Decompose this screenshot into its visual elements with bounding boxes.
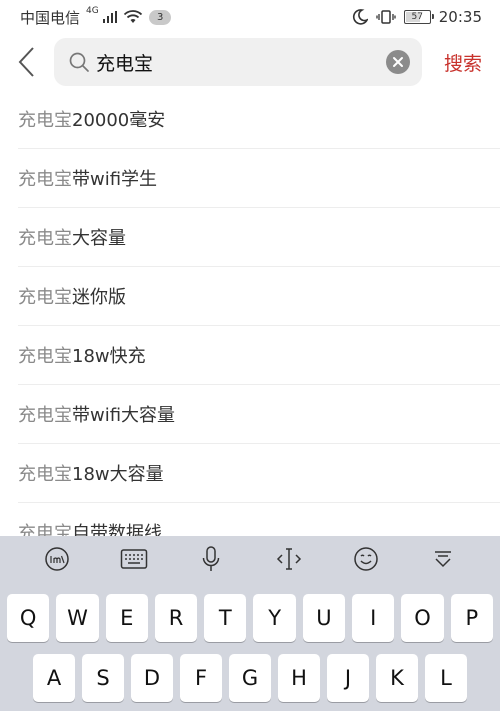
suggestion-text: 自带数据线 bbox=[72, 523, 162, 536]
suggestion-text: 迷你版 bbox=[72, 287, 126, 308]
key-t[interactable]: T bbox=[204, 594, 247, 642]
search-box[interactable] bbox=[54, 38, 422, 86]
key-j[interactable]: J bbox=[327, 654, 369, 702]
suggestion-text: 18w快充 bbox=[72, 346, 146, 367]
suggestion-prefix: 充电宝 bbox=[18, 464, 72, 485]
search-icon bbox=[69, 52, 89, 72]
network-type: 4G bbox=[86, 6, 99, 16]
cursor-icon[interactable] bbox=[272, 542, 306, 576]
key-l[interactable]: L bbox=[425, 654, 467, 702]
notification-badge: 3 bbox=[149, 9, 172, 25]
keyboard-toolbar bbox=[0, 536, 500, 582]
suggestion-text: 18w大容量 bbox=[72, 464, 164, 485]
suggestion-prefix: 充电宝 bbox=[18, 523, 72, 536]
key-k[interactable]: K bbox=[376, 654, 418, 702]
key-row-1: Q W E R T Y U I O P bbox=[0, 594, 500, 642]
status-bar: 中国电信 4G 3 57 20:35 bbox=[0, 0, 500, 34]
key-y[interactable]: Y bbox=[253, 594, 296, 642]
suggestion-item[interactable]: 充电宝 18w快充 bbox=[18, 326, 500, 385]
keyboard-icon[interactable] bbox=[117, 542, 151, 576]
key-u[interactable]: U bbox=[302, 594, 346, 642]
key-d[interactable]: D bbox=[131, 654, 173, 702]
key-i[interactable]: I bbox=[352, 594, 395, 642]
suggestion-prefix: 充电宝 bbox=[18, 110, 72, 131]
suggestion-item[interactable]: 充电宝 带wifi大容量 bbox=[18, 385, 500, 444]
search-header: 搜索 bbox=[0, 34, 500, 90]
key-h[interactable]: H bbox=[278, 654, 320, 702]
suggestion-prefix: 充电宝 bbox=[18, 346, 72, 367]
battery-level: 57 bbox=[411, 12, 423, 22]
search-button[interactable]: 搜索 bbox=[444, 49, 482, 76]
suggestion-list: 充电宝 20000毫安 充电宝 带wifi学生 充电宝 大容量 充电宝 迷你版 充电宝 1… bbox=[0, 90, 500, 536]
collapse-keyboard-icon[interactable] bbox=[426, 542, 460, 576]
suggestion-item[interactable]: 充电宝 带wifi学生 bbox=[18, 149, 500, 208]
clock: 20:35 bbox=[438, 8, 482, 26]
wifi-icon bbox=[124, 10, 143, 23]
key-row-2: A S D F G H J K L bbox=[0, 654, 500, 702]
key-f[interactable]: F bbox=[180, 654, 222, 702]
keyboard: Q W E R T Y U I O P A S D F G H J K L bbox=[0, 536, 500, 711]
signal-icon bbox=[102, 11, 118, 23]
suggestion-text: 大容量 bbox=[72, 228, 126, 249]
key-o[interactable]: O bbox=[401, 594, 444, 642]
suggestion-prefix: 充电宝 bbox=[18, 228, 72, 249]
suggestion-item[interactable]: 充电宝 20000毫安 bbox=[18, 90, 500, 149]
suggestion-text: 带wifi大容量 bbox=[72, 405, 176, 426]
suggestion-text: 20000毫安 bbox=[72, 110, 166, 131]
clear-button[interactable] bbox=[386, 50, 410, 74]
key-g[interactable]: G bbox=[229, 654, 271, 702]
suggestion-prefix: 充电宝 bbox=[18, 169, 72, 190]
key-w[interactable]: W bbox=[56, 594, 99, 642]
key-e[interactable]: E bbox=[105, 594, 148, 642]
suggestion-item[interactable]: 充电宝 迷你版 bbox=[18, 267, 500, 326]
suggestion-item[interactable]: 充电宝 18w大容量 bbox=[18, 444, 500, 503]
key-s[interactable]: S bbox=[82, 654, 124, 702]
back-button[interactable] bbox=[0, 34, 54, 90]
suggestion-prefix: 充电宝 bbox=[18, 405, 72, 426]
suggestion-item[interactable]: 充电宝 大容量 bbox=[18, 208, 500, 267]
status-right: 57 20:35 bbox=[352, 8, 482, 26]
battery-icon: 57 bbox=[403, 10, 434, 24]
close-icon bbox=[393, 57, 403, 67]
ime-logo-icon[interactable] bbox=[40, 542, 74, 576]
key-p[interactable]: P bbox=[450, 594, 493, 642]
suggestion-item[interactable]: 充电宝 自带数据线 bbox=[18, 503, 500, 536]
search-input[interactable] bbox=[96, 51, 386, 73]
moon-icon bbox=[352, 9, 368, 25]
key-q[interactable]: Q bbox=[7, 594, 50, 642]
key-r[interactable]: R bbox=[154, 594, 198, 642]
key-a[interactable]: A bbox=[33, 654, 75, 702]
carrier-name: 中国电信 bbox=[20, 8, 81, 27]
microphone-icon[interactable] bbox=[194, 542, 228, 576]
chevron-left-icon bbox=[18, 47, 34, 77]
status-left: 中国电信 4G 3 bbox=[20, 6, 172, 28]
vibrate-icon bbox=[376, 10, 396, 24]
suggestion-prefix: 充电宝 bbox=[18, 287, 72, 308]
suggestion-text: 带wifi学生 bbox=[72, 169, 158, 190]
emoji-icon[interactable] bbox=[349, 542, 383, 576]
